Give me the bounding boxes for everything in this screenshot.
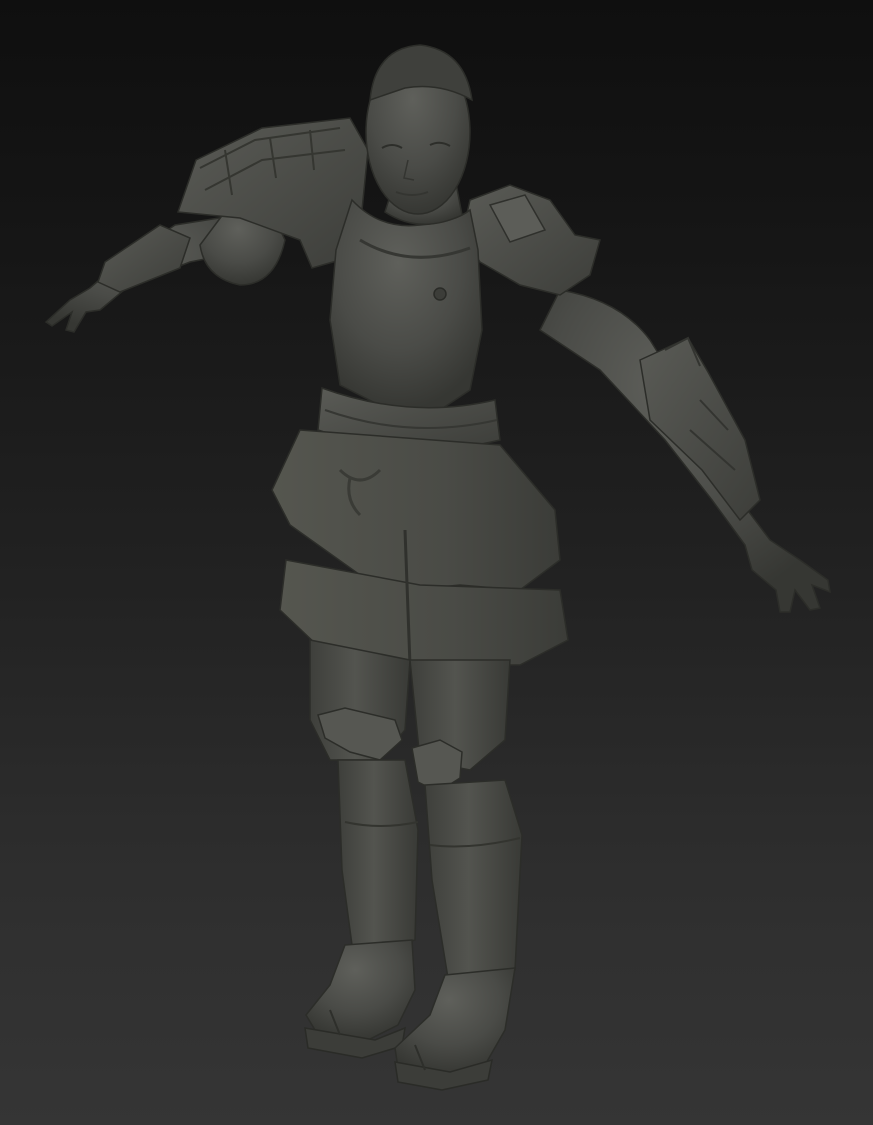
chest-emblem bbox=[433, 287, 447, 301]
left-arm bbox=[44, 204, 286, 333]
right-shoulder-armor bbox=[461, 184, 601, 296]
left-bracer bbox=[97, 224, 191, 293]
left-foot bbox=[305, 939, 416, 1041]
right-arm bbox=[539, 289, 831, 613]
chest bbox=[329, 198, 483, 411]
sculpt-viewport[interactable] bbox=[0, 0, 873, 1125]
sculpted-samurai-model[interactable] bbox=[0, 0, 873, 1125]
left-greave bbox=[337, 759, 419, 951]
right-greave bbox=[424, 779, 523, 986]
